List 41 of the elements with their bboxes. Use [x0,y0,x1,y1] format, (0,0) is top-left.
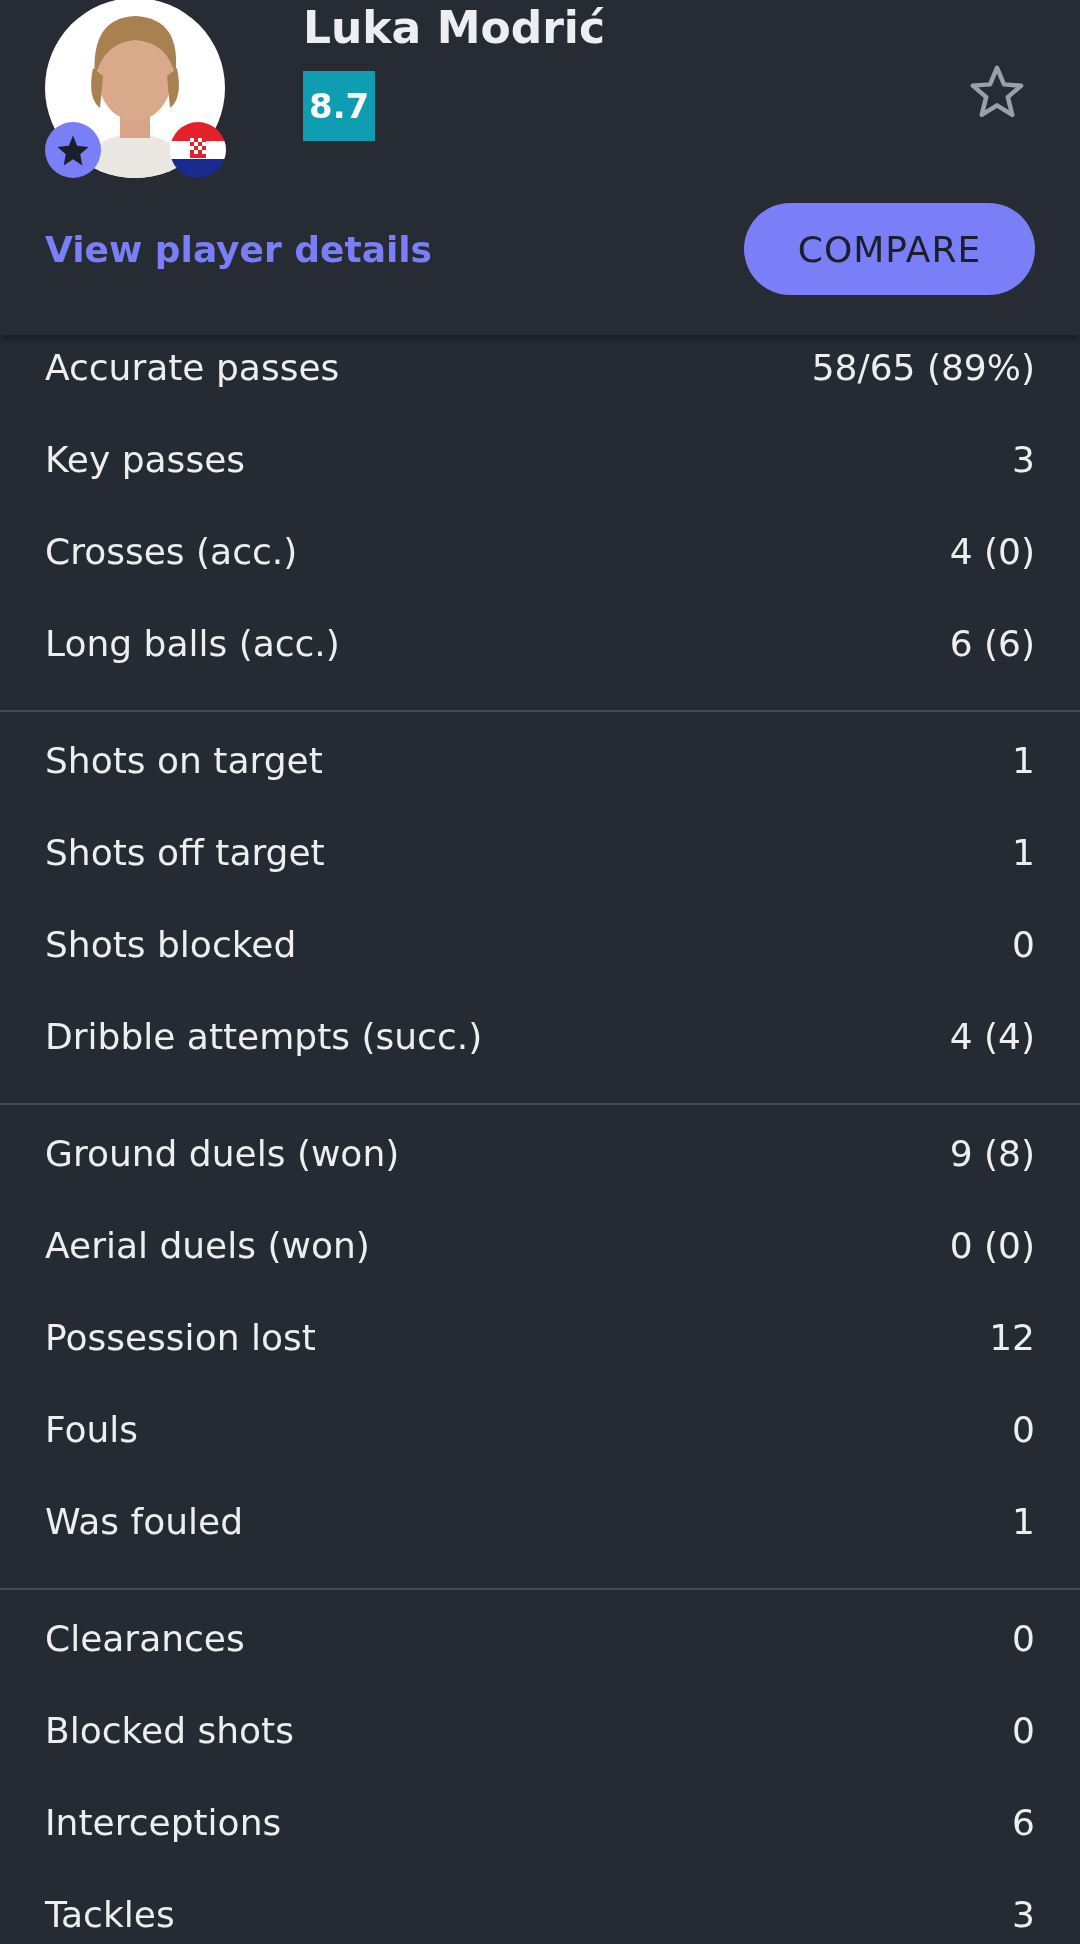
stat-label: Accurate passes [45,346,340,388]
stat-label: Fouls [45,1408,139,1450]
favorite-star-icon[interactable] [969,64,1025,120]
stat-value: 0 [1012,1709,1035,1751]
view-details-link[interactable]: View player details [45,228,433,270]
stat-value: 1 [1012,739,1035,781]
stat-value: 0 [1012,923,1035,965]
stat-value: 9 (8) [949,1132,1035,1174]
stat-label: Shots off target [45,831,325,873]
stat-label: Dribble attempts (succ.) [45,1015,483,1057]
rating-badge: 8.7 [303,71,376,141]
stat-value: 3 [1012,1893,1035,1935]
stat-value: 3 [1012,438,1035,480]
stat-label: Aerial duels (won) [45,1224,370,1266]
stat-label: Ground duels (won) [45,1132,400,1174]
stat-value: 0 (0) [949,1224,1035,1266]
stat-label: Possession lost [45,1316,316,1358]
stat-label: Shots on target [45,739,323,781]
star-badge-icon [45,122,101,178]
stat-value: 6 (6) [949,622,1035,664]
stat-label: Interceptions [45,1801,282,1843]
stat-label: Was fouled [45,1500,244,1542]
flag-icon [170,122,226,178]
stat-value: 4 (4) [949,1015,1035,1057]
stat-label: Tackles [45,1893,175,1935]
stat-label: Key passes [45,438,246,480]
stat-value: 12 [989,1316,1035,1358]
stat-value: 1 [1012,831,1035,873]
stat-label: Crosses (acc.) [45,530,298,572]
stat-value: 6 [1012,1801,1035,1843]
stat-value: 4 (0) [949,530,1035,572]
stat-label: Shots blocked [45,923,297,965]
stat-value: 1 [1012,1500,1035,1542]
player-name: Luka Modrić [303,2,606,53]
stat-value: 58/65 (89%) [811,346,1035,388]
stat-label: Blocked shots [45,1709,294,1751]
compare-button[interactable]: COMPARE [744,203,1035,295]
stat-label: Long balls (acc.) [45,622,340,664]
stat-value: 0 [1012,1408,1035,1450]
stat-label: Clearances [45,1617,245,1659]
stat-value: 0 [1012,1617,1035,1659]
